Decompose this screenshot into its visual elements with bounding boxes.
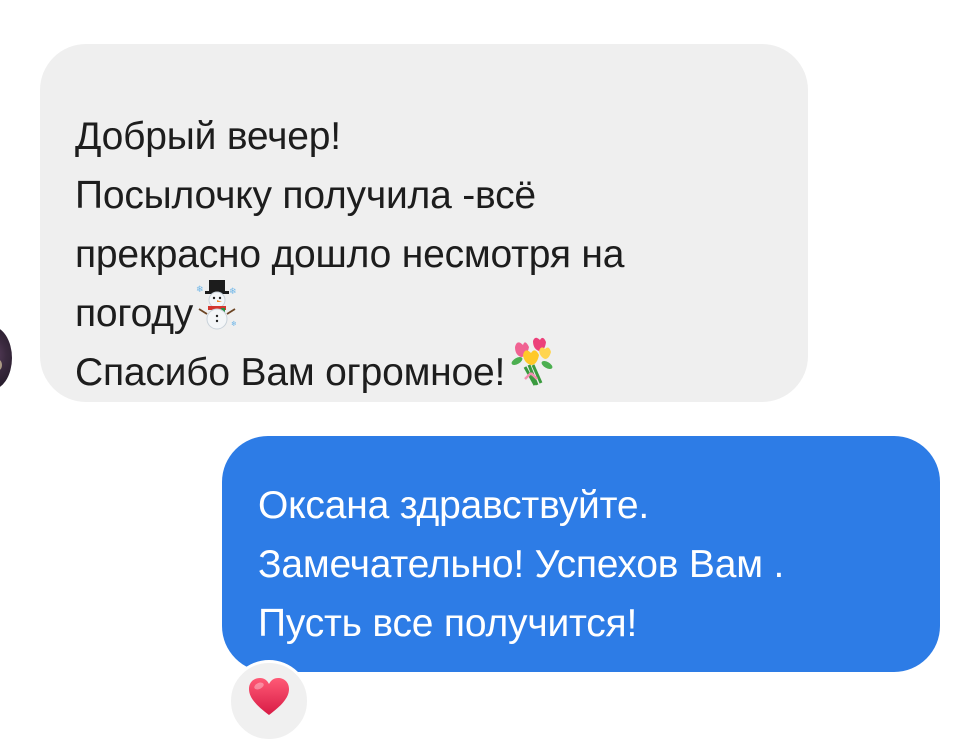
outgoing-message-bubble[interactable]: Оксана здравствуйте. Замечательно! Успех… bbox=[222, 436, 940, 672]
svg-text:❄: ❄ bbox=[229, 287, 236, 297]
message-text: Спасибо Вам огромное! bbox=[75, 351, 506, 394]
message-line: Добрый вечер! bbox=[75, 115, 341, 158]
message-line-with-emoji: Спасибо Вам огромное! bbox=[75, 337, 778, 402]
message-line: Пусть все получится! bbox=[258, 602, 638, 645]
svg-text:❄: ❄ bbox=[196, 285, 203, 295]
sender-avatar[interactable] bbox=[0, 326, 12, 390]
message-text: погоду bbox=[75, 292, 194, 335]
incoming-message-bubble[interactable]: Добрый вечер! Посылочку получила -всё пр… bbox=[40, 44, 808, 402]
snowman-icon: ❄ ❄ ❄ bbox=[195, 280, 239, 332]
reaction-badge[interactable] bbox=[228, 660, 310, 742]
message-line-with-emoji: погоду ❄ ❄ ❄ bbox=[75, 280, 778, 343]
message-line: прекрасно дошло несмотря на bbox=[75, 233, 625, 276]
svg-text:❄: ❄ bbox=[231, 320, 237, 328]
heart-icon bbox=[249, 678, 289, 715]
message-line: Оксана здравствуйте. bbox=[258, 484, 649, 527]
message-line: Замечательно! Успехов Вам . bbox=[258, 543, 785, 586]
message-line: Посылочку получила -всё bbox=[75, 174, 536, 217]
avatar-detail bbox=[0, 360, 2, 370]
bouquet-icon bbox=[507, 337, 553, 391]
